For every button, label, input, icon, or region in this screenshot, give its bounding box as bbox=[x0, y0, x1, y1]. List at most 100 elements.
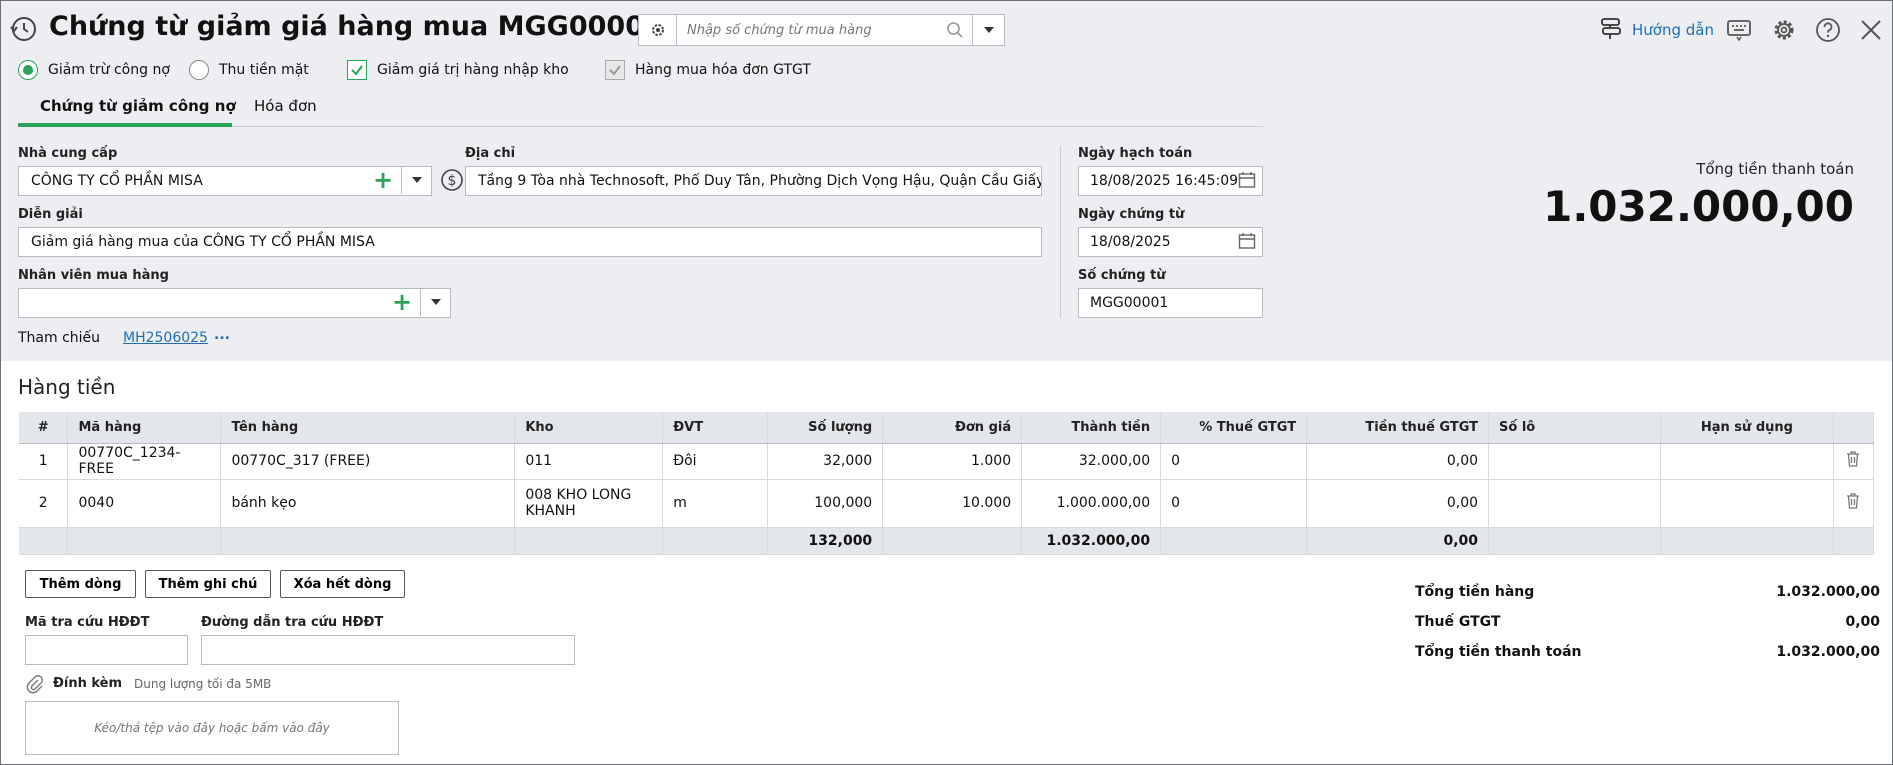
add-employee-button[interactable]: + bbox=[387, 288, 417, 316]
col-header-actions bbox=[1833, 412, 1875, 444]
footer-vat-amount: 0,00 bbox=[1306, 526, 1490, 555]
cell-expiry[interactable] bbox=[1660, 479, 1834, 528]
cell-name[interactable]: 00770C_317 (FREE) bbox=[220, 443, 516, 480]
cell-lot[interactable] bbox=[1488, 479, 1661, 528]
summary-vat-value: 0,00 bbox=[1845, 614, 1880, 630]
attachment-dropzone[interactable]: Kéo/thả tệp vào đây hoặc bấm vào đây bbox=[25, 701, 399, 755]
cell-amount[interactable]: 32.000,00 bbox=[1021, 443, 1162, 480]
table-row[interactable]: 1 00770C_1234-FREE 00770C_317 (FREE) 011… bbox=[19, 443, 1875, 480]
cell-qty[interactable]: 100,000 bbox=[767, 479, 884, 528]
keyboard-icon[interactable] bbox=[1725, 16, 1753, 44]
close-icon[interactable] bbox=[1857, 16, 1885, 44]
cell-unit[interactable]: m bbox=[662, 479, 769, 528]
radio-debt-label: Giảm trừ công nợ bbox=[48, 62, 170, 78]
summary-goods-label: Tổng tiền hàng bbox=[1415, 584, 1535, 600]
col-header[interactable]: Tên hàng bbox=[220, 412, 516, 444]
lookup-code-input[interactable] bbox=[25, 635, 188, 665]
add-supplier-button[interactable]: + bbox=[368, 166, 398, 194]
cell-vat-amount[interactable]: 0,00 bbox=[1306, 443, 1490, 480]
delete-all-rows-button[interactable]: Xóa hết dòng bbox=[280, 570, 405, 598]
cell-warehouse[interactable]: 011 bbox=[514, 443, 664, 480]
history-icon[interactable] bbox=[8, 14, 38, 44]
employee-label: Nhân viên mua hàng bbox=[18, 268, 169, 283]
table-row[interactable]: 2 0040 bánh kẹo 008 KHO LONG KHANH m 100… bbox=[19, 479, 1875, 528]
cell-amount[interactable]: 1.000.000,00 bbox=[1021, 479, 1162, 528]
cell-qty[interactable]: 32,000 bbox=[767, 443, 884, 480]
search-input[interactable] bbox=[687, 19, 949, 41]
reference-link[interactable]: MH2506025 bbox=[123, 330, 208, 346]
doc-no-input[interactable]: MGG00001 bbox=[1078, 288, 1263, 318]
help-icon[interactable] bbox=[1814, 16, 1842, 44]
paperclip-icon bbox=[25, 674, 45, 698]
radio-cash-label: Thu tiền mặt bbox=[219, 62, 309, 78]
col-header[interactable]: Thành tiền bbox=[1021, 412, 1162, 444]
radio-debt-reduction[interactable]: Giảm trừ công nợ bbox=[18, 60, 170, 80]
plus-icon: + bbox=[391, 288, 413, 316]
summary-goods-row: Tổng tiền hàng 1.032.000,00 bbox=[1415, 584, 1880, 600]
radio-selected bbox=[18, 60, 38, 80]
currency-icon[interactable]: $ bbox=[440, 168, 464, 196]
description-input[interactable]: Giảm giá hàng mua của CÔNG TY CỔ PHẦN MI… bbox=[18, 227, 1042, 257]
doc-no-label: Số chứng từ bbox=[1078, 268, 1166, 283]
signpost-icon bbox=[1598, 15, 1624, 45]
radio-cash-receipt[interactable]: Thu tiền mặt bbox=[189, 60, 309, 80]
checkbox-inventory-reduction[interactable]: Giảm giá trị hàng nhập kho bbox=[347, 60, 569, 80]
col-header[interactable]: Hạn sử dụng bbox=[1660, 412, 1834, 444]
cell-price[interactable]: 10.000 bbox=[882, 479, 1023, 528]
reference-more-button[interactable]: ... bbox=[214, 327, 230, 343]
cell-price[interactable]: 1.000 bbox=[882, 443, 1023, 480]
calendar-icon[interactable] bbox=[1232, 227, 1262, 255]
add-note-button[interactable]: Thêm ghi chú bbox=[145, 570, 271, 598]
cell-code[interactable]: 0040 bbox=[67, 479, 222, 528]
col-header[interactable]: Đơn giá bbox=[882, 412, 1023, 444]
delete-row-button[interactable] bbox=[1833, 443, 1875, 480]
search-settings-icon[interactable] bbox=[639, 15, 677, 45]
attachment-hint: Dung lượng tối đa 5MB bbox=[134, 677, 272, 691]
gear-icon[interactable] bbox=[1770, 16, 1798, 44]
delete-row-button[interactable] bbox=[1833, 479, 1875, 528]
cell-warehouse[interactable]: 008 KHO LONG KHANH bbox=[514, 479, 664, 528]
help-link[interactable]: Hướng dẫn bbox=[1598, 15, 1714, 45]
cell-name[interactable]: bánh kẹo bbox=[220, 479, 516, 528]
calendar-icon[interactable] bbox=[1232, 166, 1262, 194]
summary-payment-label: Tổng tiền thanh toán bbox=[1415, 644, 1582, 660]
supplier-dropdown-button[interactable] bbox=[401, 166, 431, 194]
search-icon[interactable] bbox=[946, 21, 964, 43]
summary-payment-value: 1.032.000,00 bbox=[1776, 644, 1880, 660]
chevron-down-icon bbox=[430, 299, 441, 305]
search-dropdown-button[interactable] bbox=[972, 15, 1005, 45]
footer-qty: 132,000 bbox=[767, 526, 884, 555]
col-header[interactable]: Số lô bbox=[1488, 412, 1661, 444]
cell-expiry[interactable] bbox=[1660, 443, 1834, 480]
lookup-url-input[interactable] bbox=[201, 635, 575, 665]
tab-debt-voucher[interactable]: Chứng từ giảm công nợ bbox=[18, 95, 236, 127]
col-header[interactable]: Số lượng bbox=[767, 412, 884, 444]
chevron-down-icon bbox=[984, 27, 994, 33]
cell-vat-rate[interactable]: 0 bbox=[1160, 479, 1308, 528]
col-header[interactable]: Kho bbox=[514, 412, 664, 444]
checkbox-disabled-checked bbox=[605, 60, 625, 80]
cell-no: 2 bbox=[19, 479, 69, 528]
tab-invoice[interactable]: Hóa đơn bbox=[254, 95, 354, 127]
cell-unit[interactable]: Đôi bbox=[662, 443, 769, 480]
col-header[interactable]: % Thuế GTGT bbox=[1160, 412, 1308, 444]
cell-code[interactable]: 00770C_1234-FREE bbox=[67, 443, 222, 480]
divider bbox=[1060, 146, 1061, 318]
col-header[interactable]: ĐVT bbox=[662, 412, 769, 444]
employee-dropdown-button[interactable] bbox=[420, 288, 450, 316]
col-header[interactable]: # bbox=[19, 412, 69, 444]
table-footer-row: 132,000 1.032.000,00 0,00 bbox=[19, 526, 1875, 555]
cell-no: 1 bbox=[19, 443, 69, 480]
col-header[interactable]: Mã hàng bbox=[67, 412, 222, 444]
cell-lot[interactable] bbox=[1488, 443, 1661, 480]
address-input[interactable]: Tầng 9 Tòa nhà Technosoft, Phố Duy Tân, … bbox=[465, 166, 1042, 196]
cell-vat-rate[interactable]: 0 bbox=[1160, 443, 1308, 480]
page-title: Chứng từ giảm giá hàng mua MGG00001 bbox=[49, 11, 663, 42]
address-label: Địa chỉ bbox=[465, 146, 516, 161]
checkbox-vat-label: Hàng mua hóa đơn GTGT bbox=[635, 62, 811, 78]
table-header-row: # Mã hàng Tên hàng Kho ĐVT Số lượng Đơn … bbox=[19, 412, 1875, 444]
add-row-button[interactable]: Thêm dòng bbox=[25, 570, 136, 598]
cell-vat-amount[interactable]: 0,00 bbox=[1306, 479, 1490, 528]
col-header[interactable]: Tiền thuế GTGT bbox=[1306, 412, 1490, 444]
total-payment-label: Tổng tiền thanh toán bbox=[1696, 160, 1854, 178]
